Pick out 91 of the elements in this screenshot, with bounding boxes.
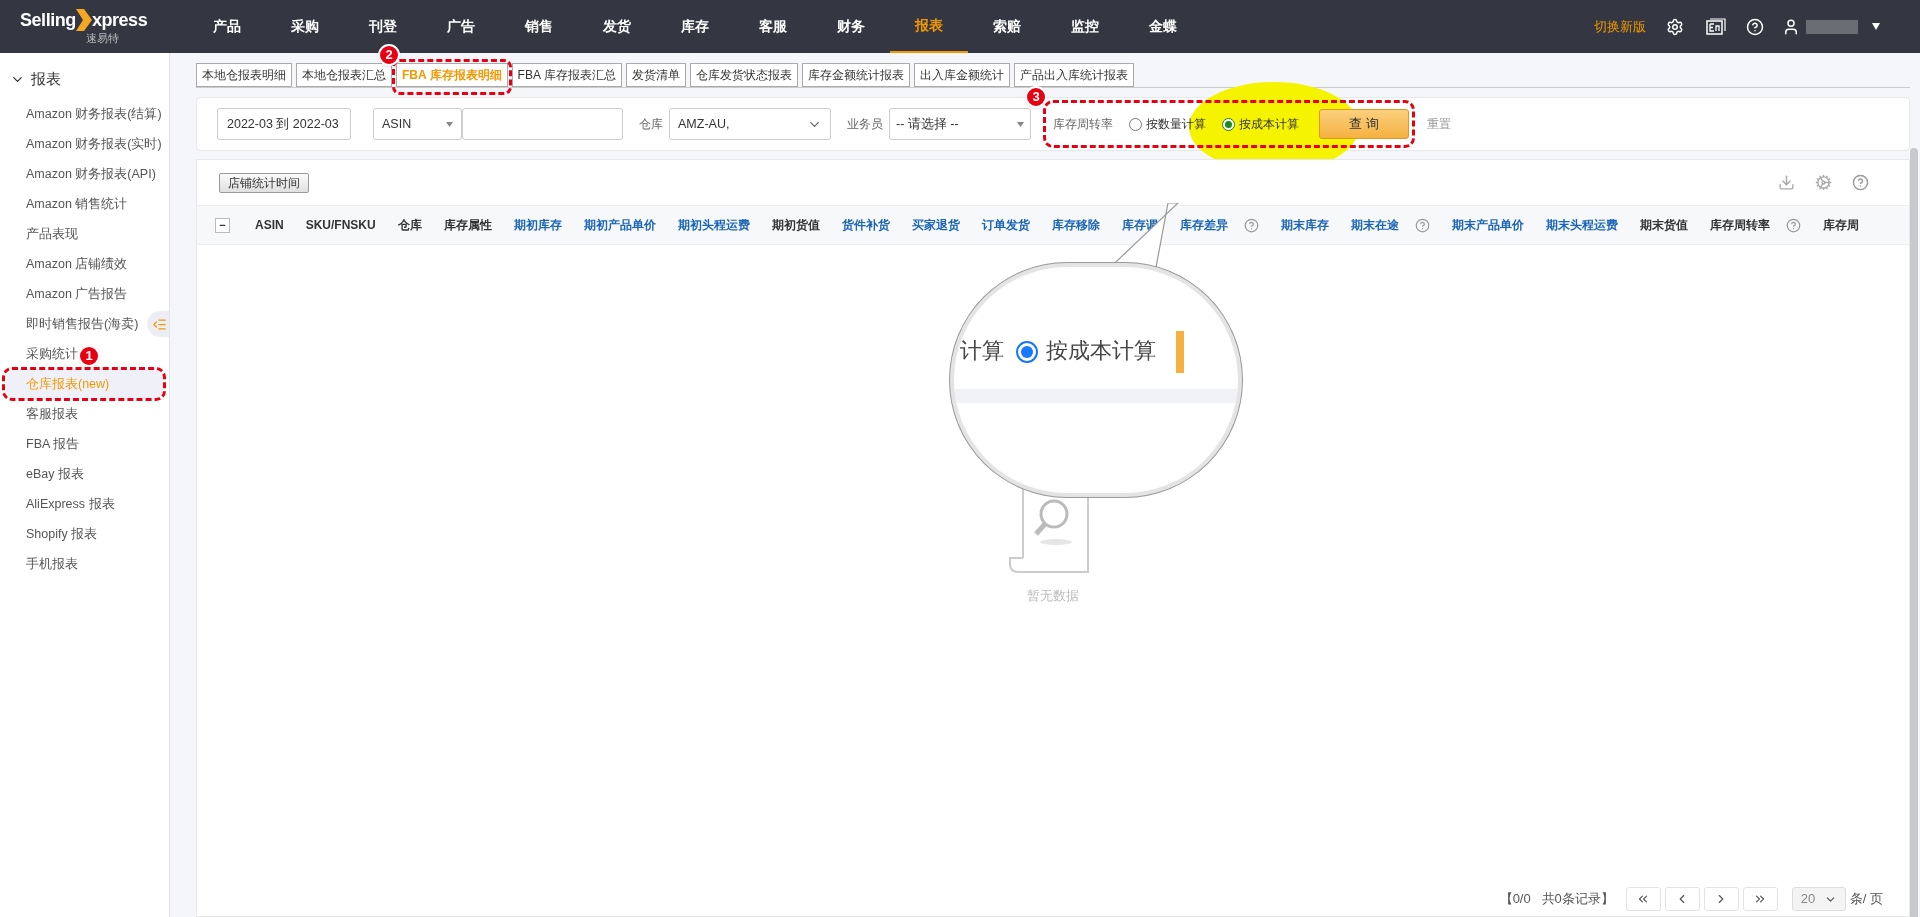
column-header[interactable]: 期末产品单价 [1451,216,1524,234]
dropdown-caret-icon[interactable] [1872,23,1880,30]
sidebar-item[interactable]: 客服报表 [6,399,82,429]
logo-text: xpress [91,8,148,32]
column-header: SKU/FNSKU [305,217,376,234]
column-header[interactable]: 货件补货 [841,216,890,234]
column-header: 库存周转率 [1709,217,1770,234]
nav-menu-item[interactable]: 产品 [188,0,266,53]
sidebar-item[interactable]: Amazon 财务报表(结算) [6,99,166,129]
nav-menu-item[interactable]: 采购 [266,0,344,53]
column-header: 期末货值 [1639,217,1688,234]
column-header[interactable]: 买家退货 [911,216,960,234]
column-header[interactable]: 订单发货 [981,216,1030,234]
sidebar-item[interactable]: 即时销售报告(海卖) [6,309,143,339]
warehouse-select[interactable]: AMZ-AU, [669,108,831,140]
callout-text: 计算 [960,337,1004,365]
report-tab[interactable]: 发货清单 [625,63,686,87]
redacted-name-block [1806,19,1858,34]
nav-menu-item[interactable]: 索赔 [968,0,1046,53]
column-header[interactable]: 期初库存 [513,216,562,234]
download-icon[interactable] [1778,174,1795,191]
turnover-label: 库存周转率 [1053,116,1113,133]
nav-menu-item[interactable]: 报表 [890,0,968,53]
sidebar-item[interactable]: Amazon 广告报告 [6,279,132,309]
nav-menu-item[interactable]: 客服 [734,0,812,53]
pagination-button[interactable] [1742,887,1778,911]
report-tab[interactable]: 产品出入库统计报表 [1013,63,1134,87]
sidebar-item[interactable]: Shopify 报表 [6,519,102,549]
date-range-field[interactable]: 2022-03 到 2022-03 [217,108,351,140]
column-header[interactable]: 期初头程运费 [677,216,750,234]
query-button[interactable]: 查 询 [1319,109,1409,139]
shop-time-button[interactable]: 店铺统计时间 [219,172,309,193]
logo-subtitle: 速易特 [86,30,119,46]
sidebar-item[interactable]: 产品表现 [6,219,82,249]
sidebar-item[interactable]: eBay 报表 [6,459,88,489]
empty-state-text: 暂无数据 [1027,586,1079,605]
nav-menu-item[interactable]: 库存 [656,0,734,53]
sidebar-collapse-handle[interactable] [147,311,169,337]
nav-menu-item[interactable]: 财务 [812,0,890,53]
nav-menu-item[interactable]: 销售 [500,0,578,53]
language-en-icon[interactable] [1706,17,1726,36]
logo-chevron-icon [75,9,92,32]
salesperson-select[interactable]: -- 请选择 -- [889,108,1031,140]
salesperson-label: 业务员 [847,116,883,133]
sidebar-item[interactable]: FBA 报告 [6,429,84,459]
pagination-summary: 【0/0 共0条记录】 [1499,890,1614,909]
nav-menu-item[interactable]: 监控 [1046,0,1124,53]
report-tab[interactable]: FBA 库存报表汇总 [511,63,622,87]
settings-icon[interactable] [1666,17,1684,36]
column-header: 库存属性 [443,217,492,234]
column-header[interactable]: 库存差异 [1179,216,1228,234]
nav-menu-item[interactable]: 金蝶 [1124,0,1202,53]
nav-menu-item[interactable]: 广告 [422,0,500,53]
report-tab[interactable]: 仓库发货状态报表 [689,63,798,87]
column-header[interactable]: 期末在途 [1350,216,1399,234]
report-tab[interactable]: 库存金额统计报表 [801,63,910,87]
search-type-select[interactable]: ASIN [373,108,462,140]
callout-text: 按成本计算 [1046,337,1156,365]
collapse-toggle[interactable]: − [215,217,230,233]
column-header: 库存周 [1822,217,1859,234]
column-header[interactable]: 库存移除 [1051,216,1100,234]
step-number-badge: 3 [1025,86,1047,108]
per-page-label: 条/ 页 [1849,890,1883,909]
sidebar-item[interactable]: Amazon 店铺绩效 [6,249,132,279]
sidebar-item[interactable]: Amazon 销售统计 [6,189,132,219]
user-icon[interactable] [1782,17,1800,36]
sidebar-item[interactable]: Amazon 财务报表(实时) [6,129,166,159]
sidebar-item[interactable]: AliExpress 报表 [6,489,119,519]
radio-label[interactable]: 按成本计算 [1239,115,1299,133]
radio-button[interactable] [1129,117,1142,131]
sidebar-item[interactable]: 手机报表 [6,549,82,579]
scrollbar[interactable] [1910,148,1918,917]
sidebar-section-header[interactable]: 报表 [0,69,169,89]
search-input[interactable] [462,108,623,140]
warehouse-label: 仓库 [639,116,663,133]
column-header[interactable]: 期初产品单价 [583,216,656,234]
button-edge [1176,331,1184,373]
report-tab[interactable]: 本地仓报表明细 [196,63,292,87]
step-number-badge: 1 [78,345,100,367]
column-header: 仓库 [397,217,422,234]
sidebar-item[interactable]: Amazon 财务报表(API) [6,159,160,189]
nav-menu-item[interactable]: 发货 [578,0,656,53]
switch-version-link[interactable]: 切换新版 [1594,16,1646,37]
column-header[interactable]: 期末库存 [1280,216,1329,234]
pagination-button[interactable] [1625,887,1661,911]
column-header: ASIN [255,217,284,234]
column-header[interactable]: 期末头程运费 [1545,216,1618,234]
column-header: 期初货值 [771,217,820,234]
report-tab[interactable]: 出入库金额统计 [913,63,1010,87]
report-tab[interactable]: 本地仓报表汇总 [296,63,392,87]
logo-text: Selling [20,8,76,32]
